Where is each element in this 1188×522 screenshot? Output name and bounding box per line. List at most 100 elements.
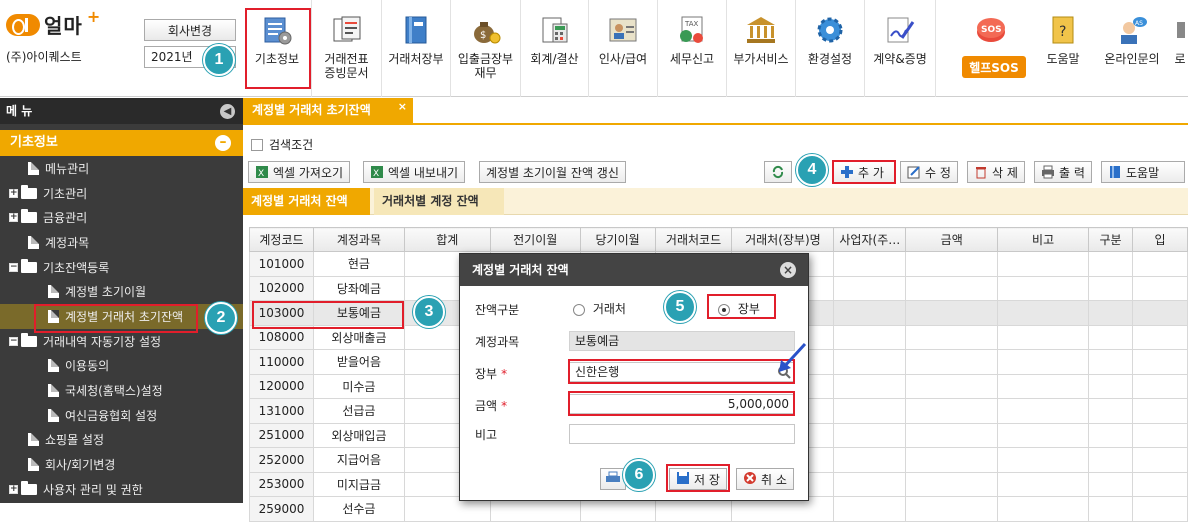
sidebar-item-shopping-mall-setting[interactable]: 쇼핑몰 설정 <box>0 428 243 453</box>
close-dialog-icon[interactable]: × <box>780 262 796 278</box>
delete-button[interactable]: 삭 제 <box>967 161 1025 183</box>
menu-accounting[interactable]: 회계/결산 <box>521 0 589 97</box>
folder-icon <box>21 258 37 273</box>
menu-hr-payroll[interactable]: 인사/급여 <box>589 0 658 97</box>
col-account-name[interactable]: 계정과목 <box>312 227 405 252</box>
sidebar-item-company-period-change[interactable]: 회사/회기변경 <box>0 452 243 477</box>
refresh-balance-button[interactable]: 계정별 초기이월 잔액 갱신 <box>479 161 626 183</box>
expand-icon[interactable]: + <box>9 213 18 223</box>
col-note[interactable]: 비고 <box>997 227 1090 252</box>
svg-text:$: $ <box>480 30 486 41</box>
cell-code: 101000 <box>249 251 314 277</box>
col-total[interactable]: 합계 <box>403 227 491 252</box>
col-prior-carryover[interactable]: 전기이월 <box>489 227 581 252</box>
sidebar-item-user-permission[interactable]: + 사용자 관리 및 권한 <box>0 477 243 502</box>
sidebar-item-hometax-setting[interactable]: 국세청(홈택스)설정 <box>0 378 243 403</box>
search-conditions-checkbox[interactable] <box>251 138 263 151</box>
menu-label: 세무신고 <box>669 52 715 66</box>
step-badge-4: 4 <box>796 154 828 186</box>
menu-tax-report[interactable]: TAX 세무신고 <box>658 0 727 97</box>
menu-label: 회계/결산 <box>530 52 579 66</box>
highlight-sidebar-item <box>34 304 198 333</box>
sidebar-title: 메 뉴 <box>6 104 33 118</box>
col-account-code[interactable]: 계정코드 <box>249 227 314 252</box>
help-book-icon <box>1108 165 1122 179</box>
sidebar-item-basic-management[interactable]: + 기초관리 <box>0 181 243 206</box>
radio-partner-option[interactable]: 거래처 <box>573 300 626 317</box>
sidebar-item-consent[interactable]: 이용동의 <box>0 354 243 379</box>
button-label: 출 력 <box>1059 165 1085 180</box>
sub-tab-bar: 계정별 거래처 잔액 거래처별 계정 잔액 <box>243 188 1188 215</box>
cell-code: 110000 <box>249 349 314 375</box>
menu-label: 부가서비스 <box>733 52 789 66</box>
col-partner-name[interactable]: 거래처(장부)명 <box>731 227 835 252</box>
sidebar-item-credit-finance-setting[interactable]: 여신금융협회 설정 <box>0 403 243 428</box>
menu-logout[interactable]: 로 <box>1172 0 1188 97</box>
sidebar-section-basic-info[interactable]: 기초정보 – <box>0 130 243 156</box>
sidebar-item-account-subject[interactable]: 계정과목 <box>0 230 243 255</box>
highlight-ledger-option <box>707 294 776 319</box>
close-tab-icon[interactable]: × <box>398 94 407 119</box>
cell-code: 252000 <box>249 447 314 473</box>
tab-partner-opening-balance[interactable]: 계정별 거래처 초기잔액 × <box>243 98 413 123</box>
highlight-save-button <box>666 464 730 492</box>
document-icon <box>28 433 39 447</box>
balance-type-label: 잔액구분 <box>475 303 520 317</box>
collapse-section-icon[interactable]: – <box>215 135 231 151</box>
collapse-sidebar-icon[interactable]: ◀ <box>220 104 235 119</box>
expand-icon[interactable]: + <box>9 188 18 198</box>
refresh-button[interactable] <box>764 161 792 183</box>
ledger-book-icon <box>400 14 432 46</box>
print-button[interactable]: 출 력 <box>1034 161 1092 183</box>
sidebar-item-finance-management[interactable]: + 금융관리 <box>0 205 243 230</box>
excel-export-button[interactable]: X 엑셀 내보내기 <box>363 161 466 183</box>
tab-by-account[interactable]: 계정별 거래처 잔액 <box>243 188 370 215</box>
menu-help-sos[interactable]: SOS <box>948 0 1034 97</box>
menu-addon-service[interactable]: 부가서비스 <box>727 0 796 97</box>
print-dialog-button[interactable] <box>600 468 626 490</box>
collapse-icon[interactable]: − <box>9 336 18 346</box>
help-button[interactable]: 도움말 <box>1101 161 1185 183</box>
menu-online-inquiry[interactable]: AS 온라인문의 <box>1092 0 1172 97</box>
expand-icon[interactable]: + <box>9 484 18 494</box>
tab-bar: 계정별 거래처 초기잔액 × <box>243 98 1188 125</box>
sidebar-item-menu-management[interactable]: 메뉴관리 <box>0 156 243 181</box>
excel-import-button[interactable]: X 엑셀 가져오기 <box>248 161 351 183</box>
note-field[interactable] <box>569 424 795 444</box>
col-business-number[interactable]: 사업자(주… <box>833 227 907 252</box>
logo-plus: + <box>86 7 101 26</box>
collapse-icon[interactable]: − <box>9 262 18 272</box>
cell-code: 259000 <box>249 496 314 522</box>
highlight-ledger-field <box>568 359 795 384</box>
menu-cash-ledger[interactable]: $ 입출금장부 재무 <box>451 0 521 97</box>
sos-icon: SOS <box>975 14 1007 46</box>
menu-partner-ledger[interactable]: 거래처장부 <box>382 0 451 97</box>
col-type[interactable]: 구분 <box>1088 227 1133 252</box>
help-sos-label[interactable]: 헬프SOS <box>962 56 1026 78</box>
highlight-selected-row <box>252 301 404 329</box>
col-extra[interactable]: 입 <box>1132 227 1188 252</box>
step-badge-1: 1 <box>203 44 235 76</box>
radio-partner[interactable] <box>573 303 585 316</box>
change-company-button[interactable]: 회사변경 <box>144 19 236 41</box>
menu-help[interactable]: ? 도움말 <box>1034 0 1092 97</box>
menu-environment[interactable]: 환경설정 <box>796 0 865 97</box>
cancel-button[interactable]: 취 소 <box>736 468 794 490</box>
col-current-carryover[interactable]: 당기이월 <box>579 227 656 252</box>
gear-icon <box>814 14 846 46</box>
item-label: 금융관리 <box>43 211 88 226</box>
sidebar-item-opening-balance[interactable]: − 기초잔액등록 <box>0 255 243 280</box>
item-label: 회사/회기변경 <box>45 458 116 473</box>
top-bar: 얼마 + (주)아이퀘스트 회사변경 2021년 기초정보 거래전표 증빙문서 … <box>0 0 1188 97</box>
tab-by-partner[interactable]: 거래처별 계정 잔액 <box>374 188 504 215</box>
col-amount[interactable]: 금액 <box>905 227 999 252</box>
document-icon <box>48 384 59 398</box>
cancel-icon <box>743 471 757 488</box>
menu-voucher[interactable]: 거래전표 증빙문서 <box>312 0 382 97</box>
app-logo[interactable]: 얼마 + <box>6 7 101 39</box>
item-label: 계정과목 <box>45 235 90 250</box>
edit-button[interactable]: 수 정 <box>900 161 958 183</box>
col-partner-code[interactable]: 거래처코드 <box>654 227 733 252</box>
menu-contract[interactable]: 계약&증명 <box>865 0 936 97</box>
sidebar-item-account-carryover[interactable]: 계정별 초기이월 <box>0 279 243 304</box>
